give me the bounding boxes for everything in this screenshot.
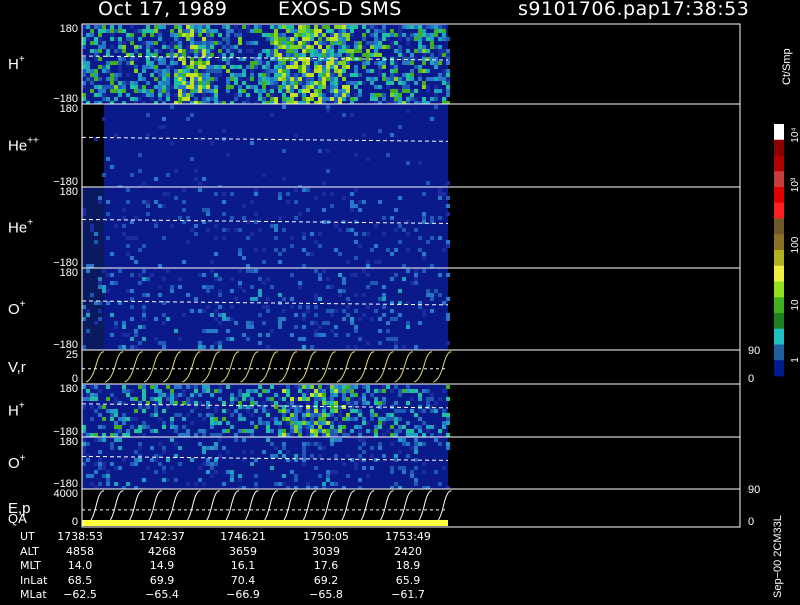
colorbar-segment bbox=[774, 297, 784, 314]
footer-value: 70.4 bbox=[230, 573, 256, 587]
colorbar-segment bbox=[774, 344, 784, 361]
tick-label-top: 25 bbox=[66, 349, 78, 361]
footer-row-label: ALT bbox=[20, 544, 39, 558]
footer-value: 14.9 bbox=[149, 559, 175, 572]
colorbar-segment bbox=[774, 281, 784, 298]
qa-label: QA bbox=[8, 511, 27, 526]
colorbar-segment bbox=[774, 218, 784, 235]
footer-value: 4268 bbox=[148, 544, 176, 558]
header-time: 17:38:53 bbox=[660, 0, 750, 20]
footer-row-label: InLat bbox=[20, 573, 48, 587]
footer-value: 4858 bbox=[66, 544, 94, 558]
footer-value: 68.5 bbox=[67, 573, 93, 587]
tick-label-top: 180 bbox=[60, 383, 78, 395]
tick-label-top: 180 bbox=[60, 436, 78, 448]
right-tick-label-bottom: 0 bbox=[748, 516, 754, 528]
footer-value: 18.9 bbox=[395, 559, 421, 572]
colorbar-tick-label: 1 bbox=[790, 357, 800, 363]
header-instrument: EXOS-D SMS bbox=[278, 0, 402, 20]
colorbar-tick-label: 10⁴ bbox=[790, 127, 800, 142]
footer-value: 69.9 bbox=[149, 573, 175, 587]
colorbar-segment bbox=[774, 155, 784, 172]
footer-value: 1750:05 bbox=[303, 530, 349, 543]
header-date: Oct 17, 1989 bbox=[98, 0, 228, 20]
side-note: Sep−00 2CM33L bbox=[772, 515, 784, 598]
colorbar-unit: Ct/Smp bbox=[781, 48, 793, 85]
footer-value: −61.7 bbox=[391, 588, 425, 601]
footer-value: 3039 bbox=[312, 544, 340, 558]
footer-value: 17.6 bbox=[313, 559, 339, 572]
colorbar-segment bbox=[774, 313, 784, 330]
colorbar-segment bbox=[774, 124, 784, 141]
footer-value: 3659 bbox=[229, 544, 257, 558]
panel-label: He++ bbox=[8, 136, 39, 155]
colorbar-segment bbox=[774, 265, 784, 282]
qa-bar bbox=[82, 520, 448, 526]
panel-label: H+ bbox=[8, 401, 25, 420]
colorbar-segment bbox=[774, 187, 784, 204]
footer-row-label: UT bbox=[20, 530, 35, 543]
tick-label-top: 180 bbox=[60, 186, 78, 198]
spectrogram-plot: 10⁴10³100101 H+180−180He++180−180He+180−… bbox=[8, 23, 800, 528]
tick-label-top: 4000 bbox=[54, 488, 78, 500]
panel-label: O+ bbox=[8, 453, 26, 472]
colorbar-segment bbox=[774, 139, 784, 156]
colorbar-segment bbox=[774, 202, 784, 219]
colorbar-segment bbox=[774, 234, 784, 251]
tick-label-top: 180 bbox=[60, 23, 78, 35]
footer-value: −62.5 bbox=[63, 588, 97, 601]
footer-value: 16.1 bbox=[230, 559, 256, 572]
panel-label: V,r bbox=[8, 359, 26, 376]
colorbar-tick-label: 10³ bbox=[790, 177, 800, 192]
tick-label-bottom: 0 bbox=[72, 516, 78, 528]
colorbar-segment bbox=[774, 360, 784, 377]
colorbar-segment bbox=[774, 250, 784, 267]
footer-value: 1738:53 bbox=[57, 530, 103, 543]
panel-group bbox=[81, 24, 740, 527]
footer-value: 69.2 bbox=[313, 573, 339, 587]
panel-label: O+ bbox=[8, 299, 26, 318]
footer-value: 1746:21 bbox=[220, 530, 266, 543]
right-tick-label-top: 90 bbox=[748, 345, 760, 357]
footer-value: 2420 bbox=[394, 544, 422, 558]
colorbar: 10⁴ 10³ 100 10 1 bbox=[774, 124, 800, 377]
footer-row-label: MLat bbox=[20, 588, 47, 601]
panel-label: He+ bbox=[8, 218, 33, 237]
footer-value: 14.0 bbox=[67, 559, 93, 572]
panel-label: H+ bbox=[8, 54, 25, 73]
footer-value: −65.8 bbox=[309, 588, 343, 601]
sms-spectrogram-display: 10⁴ 10³ 100 10 1 H+ 180 −180 He++ 180 −180 He+ 180−… bbox=[0, 0, 800, 601]
header-file: s9101706.pap bbox=[518, 0, 661, 20]
colorbar-segment bbox=[774, 328, 784, 345]
footer-value: 1753:49 bbox=[385, 530, 431, 543]
colorbar-tick-label: 100 bbox=[790, 236, 800, 253]
colorbar-tick-label: 10 bbox=[790, 299, 800, 311]
tick-label-top: 180 bbox=[60, 103, 78, 115]
footer-value: 1742:37 bbox=[139, 530, 185, 543]
footer-row-label: MLT bbox=[20, 559, 41, 572]
right-tick-label-bottom: 0 bbox=[748, 373, 754, 385]
colorbar-segment bbox=[774, 171, 784, 188]
tick-label-top: 180 bbox=[60, 267, 78, 279]
footer-value: −66.9 bbox=[226, 588, 260, 601]
footer-value: −65.4 bbox=[145, 588, 179, 601]
footer-value: 65.9 bbox=[395, 573, 421, 587]
right-tick-label-top: 90 bbox=[748, 484, 760, 496]
